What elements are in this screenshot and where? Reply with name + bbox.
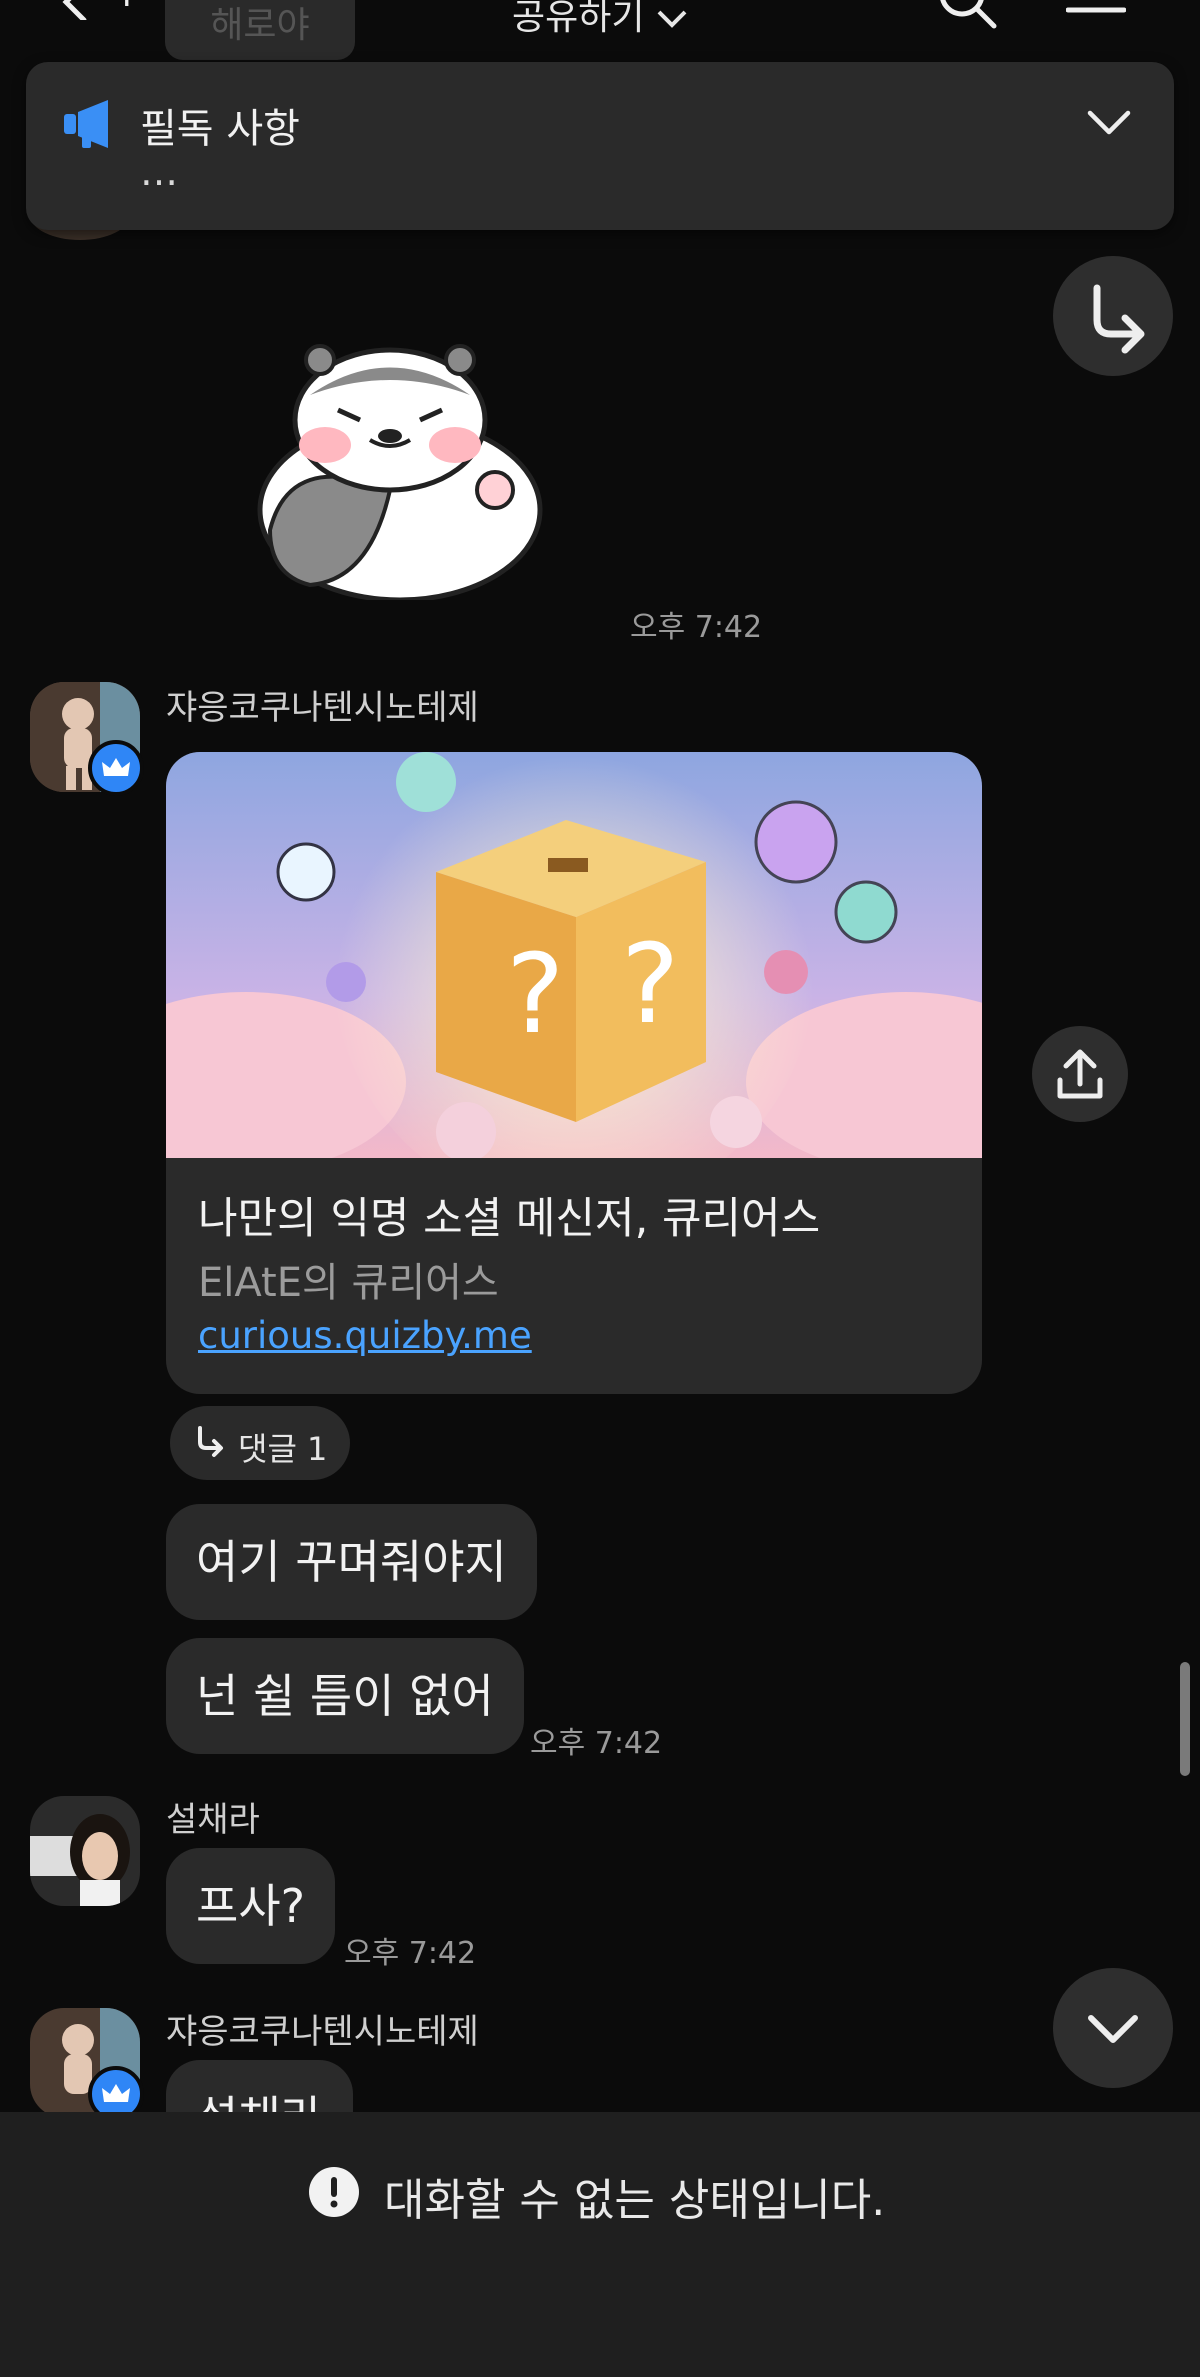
message-time: 오후 7:42 [530, 1726, 663, 1761]
chat-disabled-bar [0, 2112, 1200, 2377]
reply-arrow-icon [1093, 284, 1145, 354]
scroll-to-bottom-button[interactable] [1053, 1968, 1173, 2088]
sender-name: 쟈응코쿠나텐시노테제 [166, 688, 479, 728]
message-bubble[interactable]: 넌 쉴 틈이 없어 [166, 1638, 524, 1754]
message-bubble[interactable]: 여기 꾸며줘야지 [166, 1504, 537, 1620]
link-preview-url[interactable]: curious.quizby.me [198, 1314, 532, 1357]
clipped-sender-name: 해로야 [165, 0, 355, 60]
sender-name: 설채라 [166, 1800, 260, 1840]
header-title-text: 공유하기 [512, 0, 645, 38]
share-button[interactable] [1032, 1026, 1128, 1122]
chevron-down-icon[interactable] [1086, 108, 1132, 138]
link-preview-title: 나만의 익명 소셜 메신저, 큐리어스 [198, 1194, 821, 1244]
link-preview-card[interactable]: ? ? 나만의 익명 소셜 메신저, 큐리어스 ElAtE의 큐리어스 curi… [166, 752, 982, 1394]
crown-icon [88, 740, 144, 796]
chevron-down-icon [1088, 2015, 1138, 2043]
message-bubble[interactable]: 프사? [166, 1848, 336, 1964]
hamster-sticker[interactable] [250, 340, 550, 600]
reply-arrow-icon [198, 1426, 223, 1457]
reply-button[interactable] [1053, 256, 1173, 376]
link-preview-subtitle: ElAtE의 큐리어스 [198, 1260, 499, 1306]
sender-name: 쟈응코쿠나텐시노테제 [166, 2012, 479, 2052]
link-preview-image: ? ? [166, 752, 982, 1158]
reply-count-label: 댓글 1 [238, 1430, 328, 1468]
avatar-image [30, 1796, 140, 1906]
menu-icon[interactable] [1066, 0, 1126, 16]
avatar[interactable] [30, 1796, 140, 1906]
message-time: 오후 7:42 [630, 610, 763, 645]
megaphone-icon [64, 100, 108, 148]
share-icon [1057, 1049, 1103, 1099]
svg-text:?: ? [621, 920, 679, 1048]
scrollbar[interactable] [1180, 1662, 1190, 1776]
search-icon[interactable] [938, 0, 998, 30]
chevron-down-icon [657, 10, 687, 28]
chat-disabled-message: 대화할 수 없는 상태입니다. [384, 2175, 886, 2226]
pinned-notice-title: 필독 사항 [140, 106, 300, 152]
warning-icon [309, 2167, 359, 2217]
pinned-notice-preview: … [140, 150, 184, 194]
message-time: 오후 7:42 [344, 1936, 477, 1971]
svg-text:?: ? [506, 930, 564, 1058]
